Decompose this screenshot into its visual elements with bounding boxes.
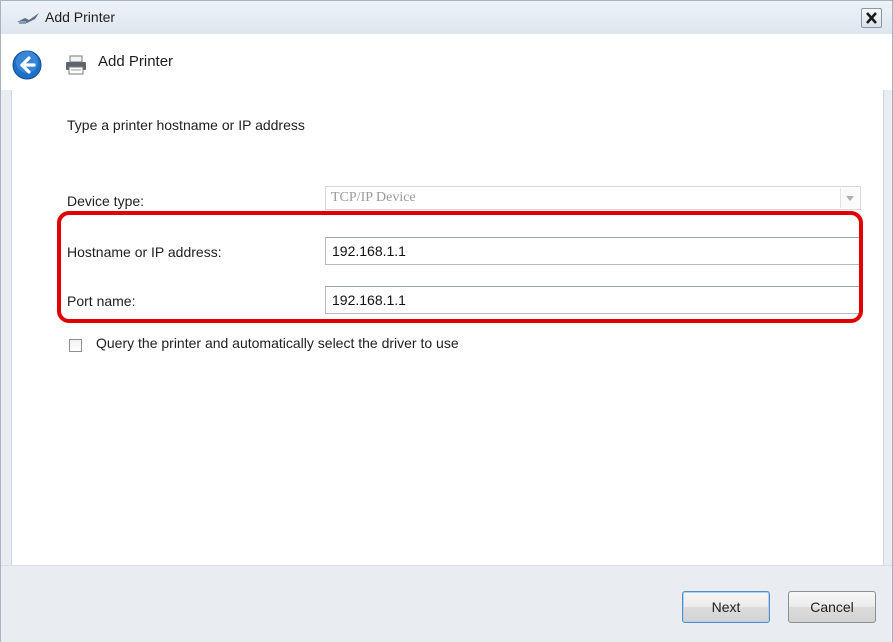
- query-printer-label[interactable]: Query the printer and automatically sele…: [96, 335, 459, 351]
- wizard-footer: Next Cancel: [1, 565, 892, 642]
- next-button[interactable]: Next: [682, 591, 770, 623]
- window-title: Add Printer: [45, 9, 116, 25]
- back-arrow-icon: [12, 50, 42, 80]
- chevron-down-icon: [846, 196, 854, 201]
- dropdown-arrow: [840, 188, 859, 208]
- instruction-text: Type a printer hostname or IP address: [67, 117, 305, 133]
- close-button[interactable]: [861, 8, 882, 28]
- close-icon: [866, 12, 877, 24]
- title-bar: Add Printer: [1, 1, 892, 34]
- page-title: Add Printer: [98, 53, 174, 70]
- navigation-bar: Add Printer: [1, 34, 892, 90]
- device-type-value: TCP/IP Device: [331, 190, 416, 205]
- device-type-label: Device type:: [67, 193, 145, 209]
- wizard-content: Type a printer hostname or IP address De…: [11, 90, 884, 565]
- back-button[interactable]: [12, 50, 42, 80]
- printer-icon: [65, 55, 87, 75]
- highlight-annotation: [57, 211, 863, 323]
- device-type-dropdown[interactable]: TCP/IP Device: [325, 186, 861, 210]
- cancel-button[interactable]: Cancel: [788, 591, 876, 623]
- query-printer-checkbox[interactable]: [69, 339, 82, 352]
- printer-network-icon: [15, 10, 41, 26]
